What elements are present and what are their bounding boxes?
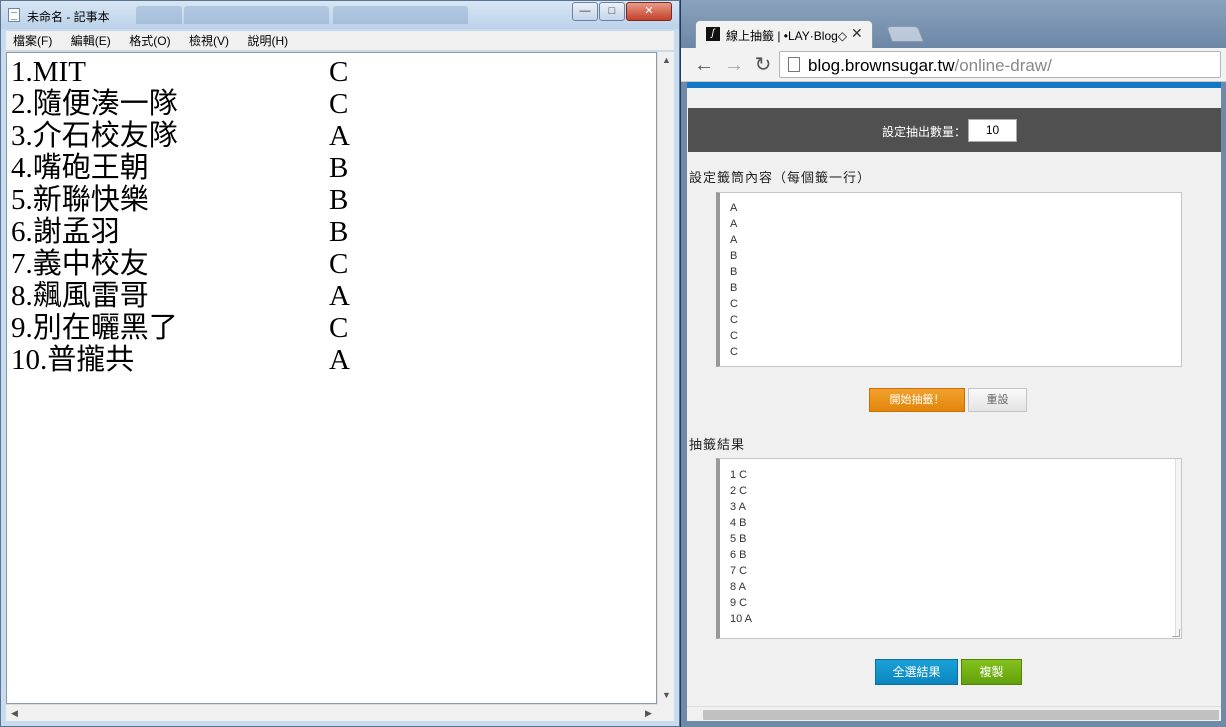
team-group: C	[329, 56, 349, 88]
team-name: 1.MIT	[11, 56, 86, 88]
team-group: B	[329, 184, 349, 216]
tab-title: 線上抽籤 | •LAY·Blog◇	[726, 29, 848, 43]
browser-tabstrip: ʃ 線上抽籤 | •LAY·Blog◇ ✕	[681, 0, 1226, 48]
notepad-text-area[interactable]: 1.MIT C 2.隨便湊一隊 C 3.介石校友隊 A 4.嘴砲王朝 B 5.新…	[6, 52, 657, 704]
result-line: 7 C	[730, 565, 748, 577]
vertical-scrollbar[interactable]: ▲ ▼	[657, 52, 674, 704]
team-name: 6.謝孟羽	[11, 216, 120, 248]
select-all-results-button[interactable]: 全選結果	[875, 659, 958, 685]
menu-file[interactable]: 檔案(F)	[6, 31, 59, 51]
team-name: 5.新聯快樂	[11, 184, 149, 216]
address-bar[interactable]: blog.brownsugar.tw/online-draw/	[779, 51, 1221, 78]
copy-button[interactable]: 複製	[961, 659, 1022, 685]
lot-line: B	[730, 266, 738, 278]
close-button[interactable]: ✕	[626, 2, 672, 21]
notepad-app-icon	[8, 8, 20, 22]
site-favicon-icon: ʃ	[706, 27, 720, 41]
result-line: 2 C	[730, 485, 748, 497]
lot-line: C	[730, 298, 738, 310]
reset-button[interactable]: 重設	[968, 388, 1027, 412]
notepad-title: 未命名 - 記事本	[27, 10, 110, 24]
team-name: 7.義中校友	[11, 248, 149, 280]
textarea-resize-handle[interactable]	[1172, 629, 1180, 637]
background-taskbar-thumb	[136, 6, 182, 24]
team-name: 3.介石校友隊	[11, 120, 178, 152]
page-icon	[788, 57, 800, 72]
team-group: C	[329, 88, 349, 120]
lot-line: A	[730, 202, 738, 214]
team-name: 4.嘴砲王朝	[11, 152, 149, 184]
result-line: 5 B	[730, 533, 747, 545]
menu-help[interactable]: 說明(H)	[240, 31, 295, 51]
lot-line: B	[730, 282, 738, 294]
team-group: A	[329, 280, 350, 312]
lot-line: A	[730, 234, 738, 246]
result-line: 4 B	[730, 517, 747, 529]
team-group: A	[329, 344, 350, 376]
url-path: /online-draw/	[954, 56, 1052, 75]
tab-close-icon[interactable]: ✕	[851, 25, 863, 42]
result-line: 6 B	[730, 549, 747, 561]
maximize-button[interactable]: □	[599, 2, 625, 21]
draw-count-label: 設定抽出數量：	[882, 125, 967, 139]
team-group: C	[329, 248, 349, 280]
team-name: 8.飆風雷哥	[11, 280, 149, 312]
team-name: 2.隨便湊一隊	[11, 88, 178, 120]
forward-icon[interactable]: →	[723, 53, 745, 77]
notepad-window: 未命名 - 記事本 — □ ✕ 檔案(F) 編輯(E) 格式(O) 檢視(V) …	[0, 0, 680, 727]
result-line: 8 A	[730, 581, 746, 593]
new-tab-button[interactable]	[886, 26, 924, 42]
url-host: blog.brownsugar.tw	[808, 56, 955, 75]
browser-toolbar: ← → ↻ blog.brownsugar.tw/online-draw/	[681, 48, 1226, 82]
content-label: 設定籤筒內容（每個籤一行）	[689, 170, 872, 185]
notepad-titlebar[interactable]: 未命名 - 記事本 — □ ✕	[1, 1, 679, 29]
scroll-right-icon[interactable]: ▶	[640, 705, 657, 722]
draw-count-input[interactable]: 10	[968, 119, 1017, 142]
menu-view[interactable]: 檢視(V)	[182, 31, 236, 51]
result-line: 9 C	[730, 597, 748, 609]
scroll-down-icon[interactable]: ▼	[658, 687, 675, 704]
scrollbar-thumb[interactable]	[703, 710, 1219, 720]
result-scrollbar[interactable]	[1175, 459, 1181, 638]
browser-window: ʃ 線上抽籤 | •LAY·Blog◇ ✕ ← → ↻ blog.brownsu…	[681, 0, 1226, 727]
horizontal-scrollbar[interactable]: ◀ ▶	[6, 704, 657, 721]
back-icon[interactable]: ←	[693, 53, 715, 77]
team-name: 9.別在曬黑了	[11, 312, 178, 344]
lot-line: B	[730, 250, 738, 262]
menu-edit[interactable]: 編輯(E)	[64, 31, 118, 51]
start-draw-button[interactable]: 開始抽籤！	[869, 388, 965, 412]
result-line: 10 A	[730, 613, 753, 625]
scroll-up-icon[interactable]: ▲	[658, 52, 675, 69]
url-text: blog.brownsugar.tw/online-draw/	[808, 56, 1052, 76]
scroll-left-icon[interactable]: ◀	[6, 705, 23, 722]
team-name: 10.普攏共	[11, 344, 135, 376]
lot-content-textarea[interactable]: A A A B B B C C C C	[716, 192, 1182, 367]
result-textarea[interactable]: 1 C 2 C 3 A 4 B 5 B 6 B 7 C 8 A 9 C 10 A	[716, 458, 1182, 639]
team-group: A	[329, 120, 350, 152]
page-viewport: 設定抽出數量： 10 設定籤筒內容（每個籤一行） A A A B B B C C…	[687, 88, 1221, 706]
team-group: B	[329, 152, 349, 184]
result-line: 1 C	[730, 469, 748, 481]
lot-line: C	[730, 330, 738, 342]
notepad-menubar: 檔案(F) 編輯(E) 格式(O) 檢視(V) 說明(H)	[6, 31, 674, 51]
team-group: B	[329, 216, 349, 248]
reload-icon[interactable]: ↻	[752, 53, 774, 77]
team-group: C	[329, 312, 349, 344]
lot-line: C	[730, 346, 738, 358]
minimize-button[interactable]: —	[572, 2, 598, 21]
result-label: 抽籤結果	[689, 437, 746, 452]
lot-line: A	[730, 218, 738, 230]
page-horizontal-scrollbar[interactable]	[687, 706, 1221, 721]
resize-grip[interactable]	[657, 704, 674, 721]
background-taskbar-thumb	[184, 6, 329, 24]
menu-format[interactable]: 格式(O)	[122, 31, 177, 51]
result-line: 3 A	[730, 501, 746, 513]
browser-tab-active[interactable]: ʃ 線上抽籤 | •LAY·Blog◇ ✕	[695, 20, 873, 48]
background-taskbar-thumb	[333, 6, 468, 24]
lot-line: C	[730, 314, 738, 326]
draw-count-bar: 設定抽出數量： 10	[688, 108, 1221, 152]
